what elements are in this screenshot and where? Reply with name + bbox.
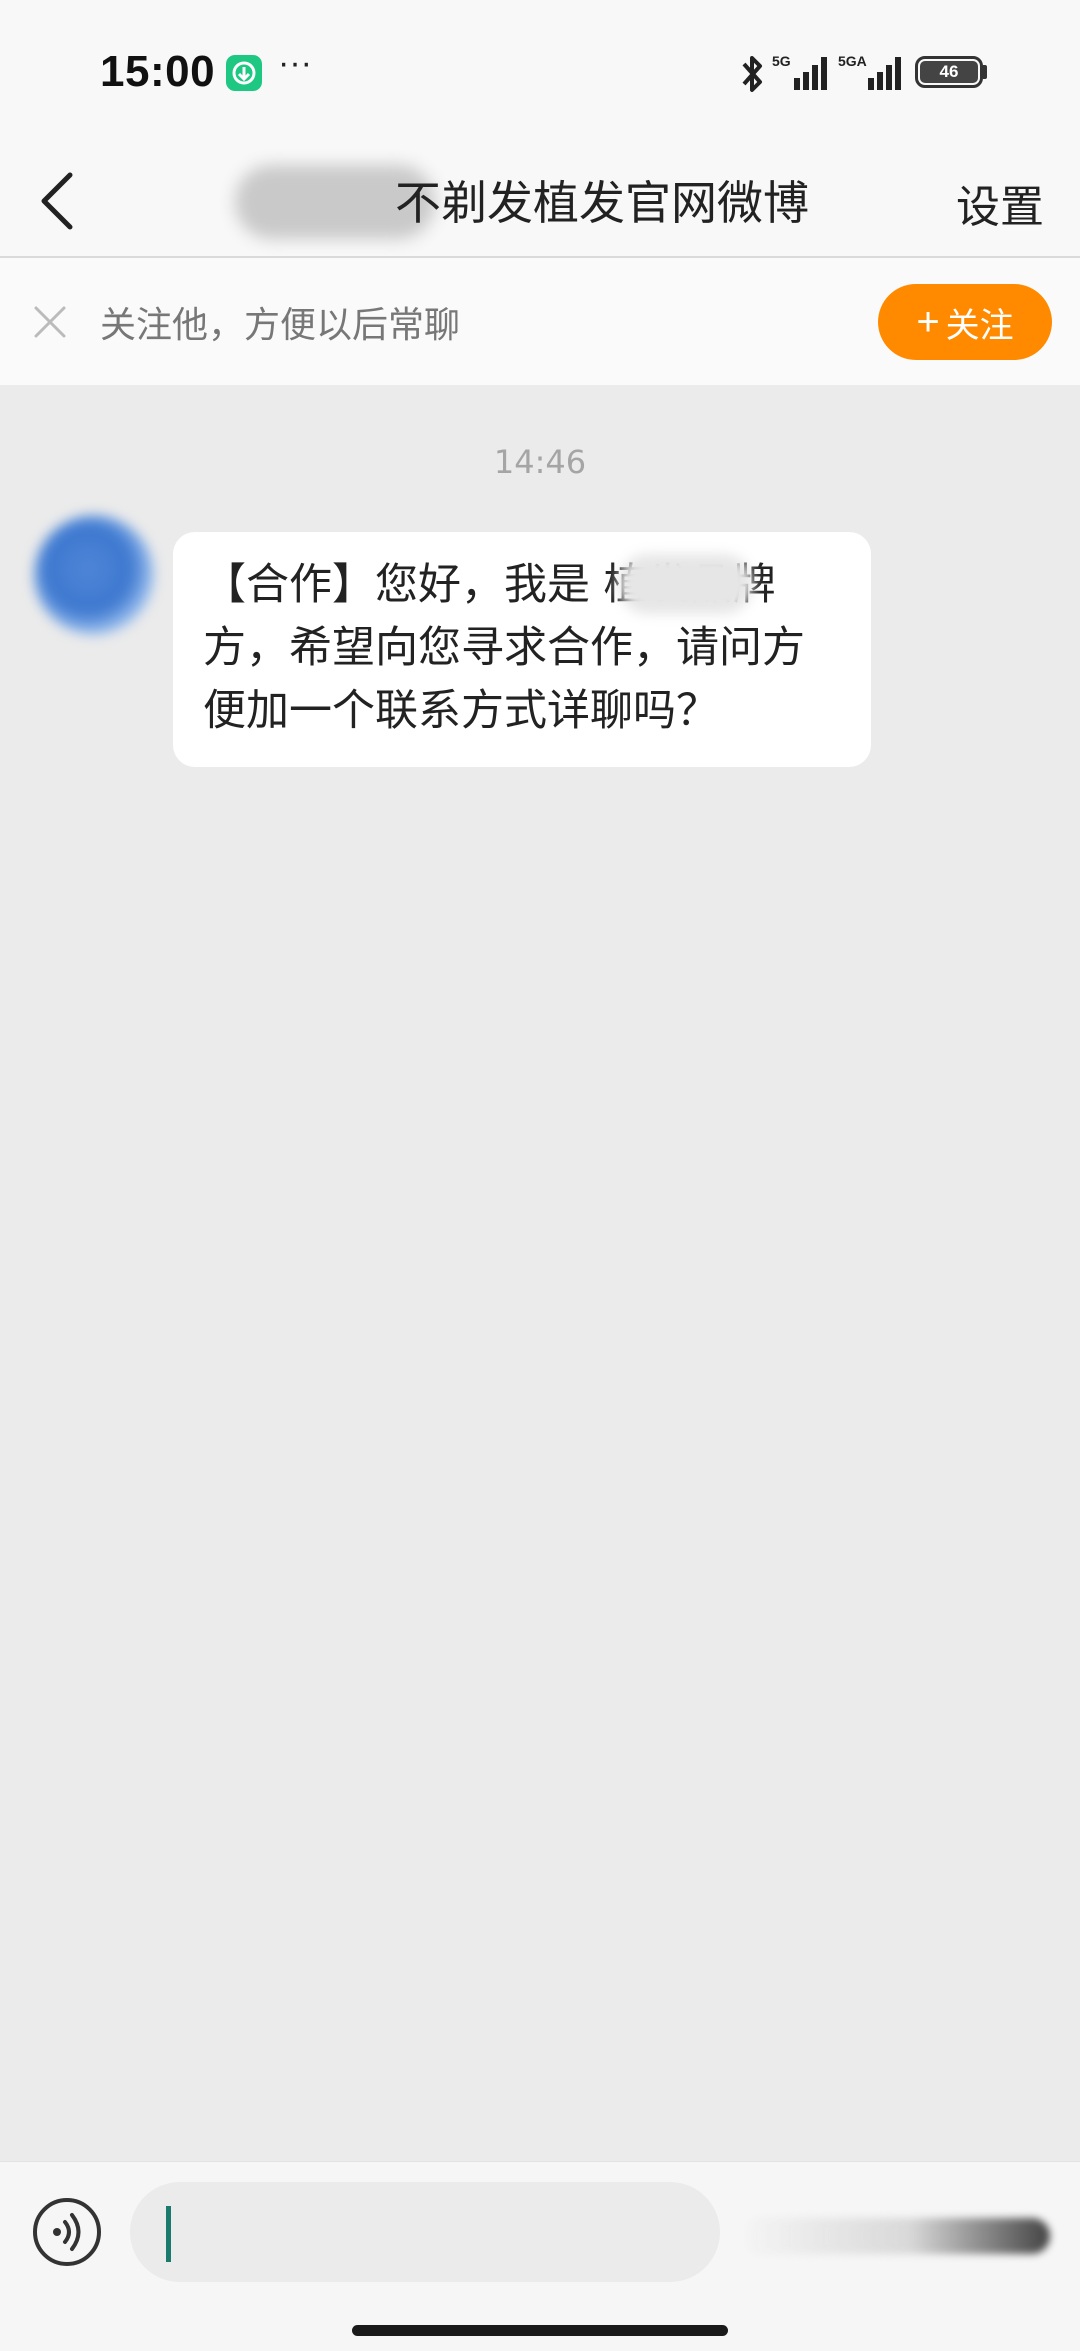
download-app-icon <box>226 55 262 91</box>
clock: 15:00 <box>100 47 216 96</box>
battery-level: 46 <box>920 61 978 83</box>
message-list[interactable]: 14:46 【合作】您好，我是 植发品牌方，希望向您寻求合作，请问方便加一个联系… <box>0 385 1080 2161</box>
plus-icon: + <box>916 299 940 344</box>
composer-tools[interactable] <box>740 2218 1050 2254</box>
follow-button-label: 关注 <box>945 305 1014 346</box>
svg-text:5G: 5G <box>772 53 791 69</box>
page-title: 不剃发植发官网微博 <box>395 176 809 230</box>
signal-5g-icon: 5G <box>772 53 827 90</box>
svg-text:5GA: 5GA <box>838 53 867 69</box>
text-cursor <box>166 2206 171 2262</box>
follow-banner: 关注他，方便以后常聊 + 关注 <box>0 258 1080 385</box>
message-input[interactable] <box>130 2182 720 2282</box>
composer-bar <box>0 2161 1080 2351</box>
voice-icon <box>53 2213 81 2251</box>
message-bubble[interactable]: 【合作】您好，我是 植发品牌方，希望向您寻求合作，请问方便加一个联系方式详聊吗？ <box>173 532 871 767</box>
chevron-left-icon <box>41 172 73 230</box>
conversation-title: 不剃发植发官网微博 <box>235 165 809 239</box>
battery-icon: 46 <box>915 56 983 88</box>
more-notifications-icon: ··· <box>278 44 312 82</box>
settings-button[interactable]: 设置 <box>956 171 1044 235</box>
avatar[interactable] <box>34 515 154 635</box>
follow-hint-text: 关注他，方便以后常聊 <box>100 305 461 346</box>
status-bar: 15:00 ··· 5G 5GA 46 <box>0 0 1080 145</box>
chat-screen: 15:00 ··· 5G 5GA 46 不剃发植发官网微博 设置 关注他，方便以… <box>0 0 1080 2351</box>
close-icon[interactable] <box>30 302 70 342</box>
signal-5ga-icon: 5GA <box>838 53 901 90</box>
back-button[interactable] <box>30 163 90 239</box>
home-indicator[interactable] <box>352 2325 728 2336</box>
chat-header: 不剃发植发官网微博 设置 <box>0 145 1080 258</box>
message-timestamp: 14:46 <box>493 443 587 481</box>
voice-input-button[interactable] <box>33 2198 101 2266</box>
follow-button[interactable]: + 关注 <box>878 284 1052 360</box>
bluetooth-icon <box>742 56 762 92</box>
redacted-brand <box>618 554 753 614</box>
battery-cap <box>983 65 987 79</box>
